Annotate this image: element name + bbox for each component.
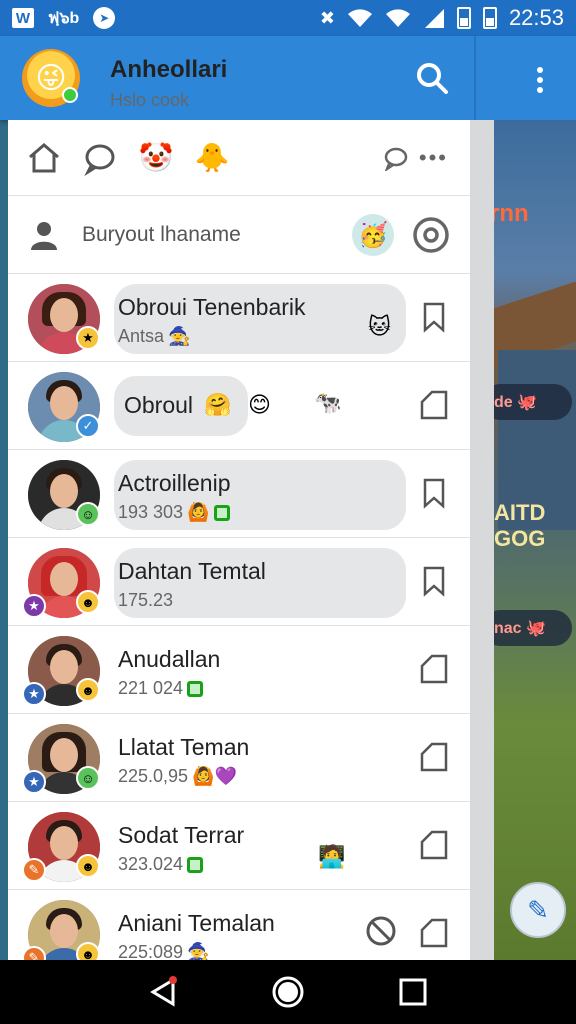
scene-pill-1: de 🐙 (482, 384, 572, 420)
contact-row[interactable]: ☻ ✎ Sodat Terrar 323.024 🧑‍💻 (8, 802, 470, 890)
nav-bar (0, 960, 576, 1024)
online-indicator (62, 87, 78, 103)
contact-row[interactable]: ☺ ★ Llatat Teman 225.0,95 🙆💜 (8, 714, 470, 802)
battery-2-icon (482, 7, 497, 29)
green-box-icon (213, 504, 230, 521)
share-icon[interactable] (418, 740, 450, 774)
app-bar: 😜 Anheollari Hslo cook (0, 36, 576, 120)
clown-emoji-icon[interactable]: 🤡 (138, 140, 174, 176)
contact-sub: 323.024 (118, 854, 204, 875)
cat-emoji-icon: 🐱 (368, 314, 391, 339)
smile-emoji-icon: 😊 (248, 392, 271, 417)
chat-bubble-icon[interactable] (82, 140, 118, 176)
app-avatar[interactable]: 😜 (22, 49, 80, 107)
wifi-2-icon (385, 9, 410, 27)
battery-icon (456, 7, 471, 29)
share-icon[interactable] (418, 916, 450, 950)
contact-name: Llatat Teman (118, 734, 250, 760)
green-box-icon (187, 856, 204, 873)
contact-row[interactable]: ✓ Obroul 🤗 😊 🐄 (8, 362, 470, 450)
contact-name: Sodat Terrar (118, 822, 245, 848)
telegram-icon: ➤ (93, 7, 116, 29)
contact-sub: 175.23 (118, 590, 174, 610)
contacts-panel: 🤡 🐥 ••• Buryout lhaname 🥳 ★ Obroui Tenen… (8, 120, 470, 978)
contact-name: Aniani Temalan (118, 910, 275, 936)
scene-label: ɾnn (490, 200, 529, 227)
contact-name: Obroui Tenenbarik (118, 294, 306, 320)
search-icon[interactable] (412, 58, 452, 98)
cow-emoji-icon: 🐄 (314, 390, 342, 415)
wifi-icon (347, 9, 372, 27)
recents-icon[interactable] (393, 972, 433, 1012)
share-icon[interactable] (418, 652, 450, 686)
mute-icon: ✖ (319, 7, 335, 28)
avatar-badge: ☺ (76, 766, 100, 790)
contact-sub: Antsa 🧙 (118, 326, 191, 346)
chick-emoji-icon[interactable]: 🐥 (194, 140, 230, 176)
more-options-icon[interactable] (522, 60, 558, 100)
avatar-badge: ☻ (76, 854, 100, 878)
contact-sub: 221 024 (118, 678, 204, 699)
home-icon[interactable] (26, 140, 62, 176)
profile-avatar[interactable]: 🥳 (352, 214, 394, 256)
contact-name: Anudallan (118, 646, 221, 672)
contact-sub: 193 303 🙆 (118, 502, 230, 523)
w-app-icon: W (12, 8, 34, 28)
contact-row[interactable]: ☻ ★ Dahtan Temtal 175.23 (8, 538, 470, 626)
contact-name: Obroul (124, 392, 194, 418)
status-time: 22:53 (508, 5, 564, 30)
bookmark-icon[interactable] (418, 300, 450, 334)
avatar-badge: ✓ (76, 414, 100, 438)
share-icon[interactable] (418, 388, 450, 422)
technologist-emoji-icon: 🧑‍💻 (318, 844, 346, 869)
block-icon[interactable] (364, 914, 398, 948)
contact-name: Actroillenip (118, 470, 231, 496)
back-icon[interactable] (143, 972, 183, 1012)
bookmark-icon[interactable] (418, 476, 450, 510)
avatar-badge-left: ★ (22, 770, 46, 794)
contact-row[interactable]: ★ Obroui Tenenbarik Antsa 🧙 🐱 (8, 274, 470, 362)
avatar-badge: ☻ (76, 678, 100, 702)
avatar-badge-left: ★ (22, 682, 46, 706)
bookmark-icon[interactable] (418, 564, 450, 598)
settings-ring-icon[interactable] (410, 214, 452, 256)
more-dots-icon[interactable]: ••• (419, 145, 448, 171)
contact-name: Dahtan Temtal (118, 558, 266, 584)
signal-text-icon: ฟฺ๖b (48, 9, 80, 27)
contact-sub: 225.0,95 🙆💜 (118, 766, 237, 786)
green-box-icon (187, 680, 204, 697)
contact-row[interactable]: ☻ ★ Anudallan 221 024 (8, 626, 470, 714)
avatar-badge: ★ (76, 326, 100, 350)
contacts-drawer: 🤡 🐥 ••• Buryout lhaname 🥳 ★ Obroui Tenen… (8, 120, 494, 978)
scene-sign: AITD GOG (494, 500, 546, 551)
home-button-icon[interactable] (268, 972, 308, 1012)
avatar-badge: ☻ (76, 590, 100, 614)
drawer-tabs: 🤡 🐥 ••• (8, 120, 470, 196)
avatar-badge-left: ✎ (22, 858, 46, 882)
avatar-badge-left: ★ (22, 594, 46, 618)
cell-signal-icon (424, 9, 444, 28)
avatar-badge: ☺ (76, 502, 100, 526)
appbar-divider (474, 36, 476, 120)
person-icon (31, 221, 57, 250)
hug-emoji-icon: 🤗 (204, 392, 232, 417)
app-subtitle: Hslo cook (110, 90, 190, 110)
scene-pill-2: nac 🐙 (482, 610, 572, 646)
app-title: Anheollari (110, 56, 228, 83)
share-icon[interactable] (418, 828, 450, 862)
profile-row[interactable]: Buryout lhaname 🥳 (8, 196, 470, 274)
pencil-fab-icon[interactable]: ✎ (510, 882, 566, 938)
comment-icon[interactable] (383, 145, 409, 171)
profile-name: Buryout lhaname (82, 222, 241, 246)
contact-row[interactable]: ☺ Actroillenip 193 303 🙆 (8, 450, 470, 538)
contact-list: ★ Obroui Tenenbarik Antsa 🧙 🐱 ✓ Obroul 🤗 … (8, 274, 470, 978)
status-bar: W ฟฺ๖b ➤ ✖ 22:53 (0, 0, 576, 36)
